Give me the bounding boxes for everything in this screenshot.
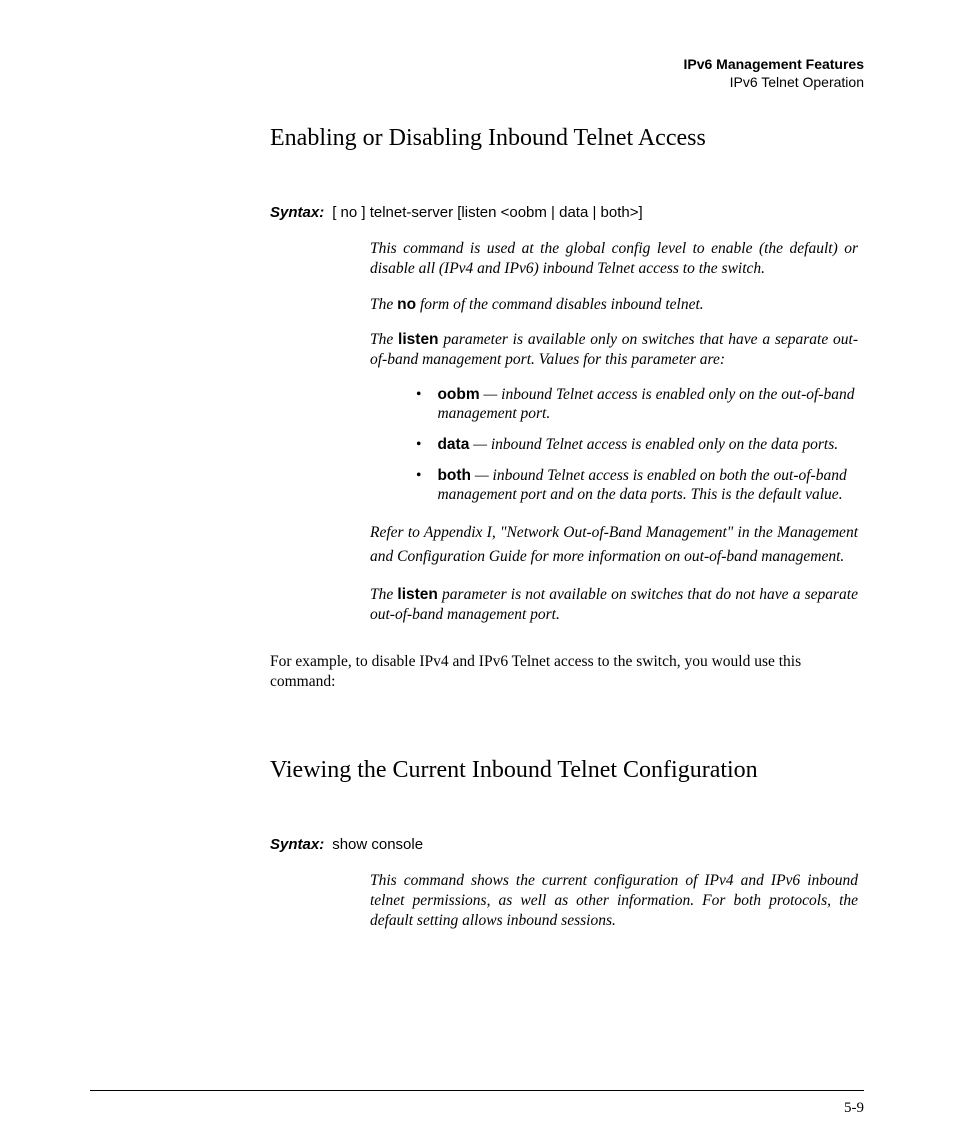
header-subtitle: IPv6 Telnet Operation <box>90 74 864 92</box>
bullet-dot-icon: • <box>416 436 421 455</box>
bullet-item: • both — inbound Telnet access is enable… <box>416 467 858 505</box>
syntax-label: Syntax: <box>270 836 324 853</box>
page-content: IPv6 Management Features IPv6 Telnet Ope… <box>0 0 954 931</box>
bullet-item: • data — inbound Telnet access is enable… <box>416 436 858 455</box>
section2-heading: Viewing the Current Inbound Telnet Confi… <box>270 757 864 784</box>
header-title: IPv6 Management Features <box>90 56 864 74</box>
para-1: This command is used at the global confi… <box>370 239 858 279</box>
syntax-label: Syntax: <box>270 204 324 221</box>
bullet-dot-icon: • <box>416 386 421 424</box>
bullet-item: • oobm — inbound Telnet access is enable… <box>416 386 858 424</box>
page-number: 5-9 <box>844 1100 864 1117</box>
section1-heading: Enabling or Disabling Inbound Telnet Acc… <box>270 125 864 152</box>
para-s2-1: This command shows the current configura… <box>370 871 858 930</box>
syntax-row-1: Syntax: [ no ] telnet-server [listen <oo… <box>270 204 864 221</box>
syntax-row-2: Syntax: show console <box>270 836 864 853</box>
running-header: IPv6 Management Features IPv6 Telnet Ope… <box>90 56 864 91</box>
syntax-command: [ no ] telnet-server [listen <oobm | dat… <box>332 204 642 221</box>
footer-divider <box>90 1090 864 1091</box>
para-5: The listen parameter is not available on… <box>370 585 858 625</box>
bullet-list: • oobm — inbound Telnet access is enable… <box>416 386 858 505</box>
example-text: For example, to disable IPv4 and IPv6 Te… <box>270 652 864 691</box>
para-4: Refer to Appendix I, "Network Out-of-Ban… <box>370 521 858 569</box>
para-3: The listen parameter is available only o… <box>370 330 858 370</box>
para-2: The no form of the command disables inbo… <box>370 295 858 315</box>
bullet-dot-icon: • <box>416 467 421 505</box>
syntax-command: show console <box>332 836 423 853</box>
